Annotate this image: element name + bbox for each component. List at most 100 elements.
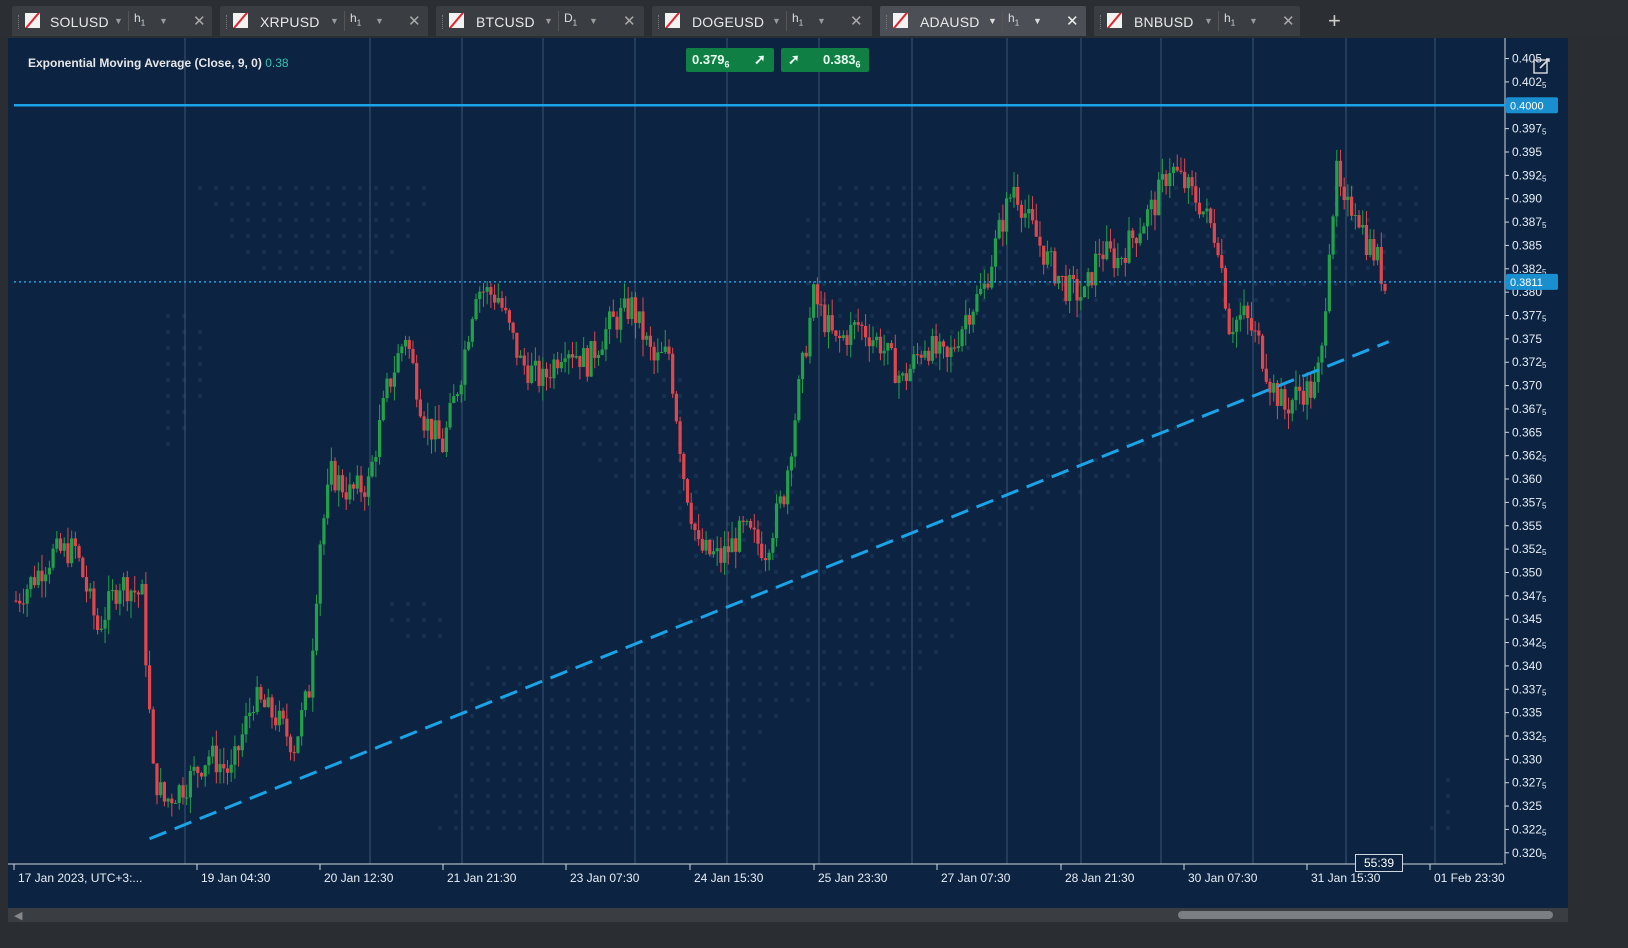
map-dot	[357, 217, 363, 223]
map-dot	[757, 457, 763, 463]
candle-body	[162, 782, 167, 802]
timeframe-label[interactable]: D1	[564, 11, 577, 27]
map-dot	[1157, 249, 1163, 255]
map-dot	[1029, 329, 1035, 335]
map-dot	[1365, 201, 1371, 207]
map-dot	[1013, 457, 1019, 463]
tab-close-icon[interactable]: ✕	[1066, 12, 1079, 30]
timeframe-dropdown-icon[interactable]: ▼	[817, 16, 826, 26]
time-tick-label: 23 Jan 07:30	[570, 871, 640, 885]
tab-bnbusd[interactable]: BNBUSD ▼ h1 ▼ ✕	[1094, 6, 1300, 36]
symbol-dropdown-icon[interactable]: ▼	[1204, 16, 1213, 26]
candle-body	[403, 339, 408, 347]
timeframe-dropdown-icon[interactable]: ▼	[159, 16, 168, 26]
map-dot	[997, 345, 1003, 351]
map-dot	[629, 761, 635, 767]
map-dot	[1125, 329, 1131, 335]
chart-panel[interactable]: 0.3205 0.3225 0.325 0.3275 0.330 0.3325 0.335 0…	[8, 38, 1568, 908]
tab-drag-handle[interactable]	[18, 15, 22, 29]
map-dot	[917, 233, 923, 239]
symbol-dropdown-icon[interactable]: ▼	[988, 16, 997, 26]
indicator-legend[interactable]: Exponential Moving Average (Close, 9, 0)…	[28, 56, 289, 70]
timeframe-label[interactable]: h1	[350, 11, 361, 27]
tab-solusd[interactable]: SOLUSD ▼ h1 ▼ ✕	[12, 6, 212, 36]
add-tab-button[interactable]: +	[1328, 6, 1341, 36]
map-dot	[245, 233, 251, 239]
map-dot	[949, 377, 955, 383]
map-dot	[981, 377, 987, 383]
tab-close-icon[interactable]: ✕	[850, 12, 863, 30]
map-dot	[1189, 393, 1195, 399]
edit-icon[interactable]	[1532, 56, 1552, 76]
tab-drag-handle[interactable]	[1100, 15, 1104, 29]
candle-body	[904, 373, 909, 381]
map-dot	[901, 233, 907, 239]
candle-body	[251, 712, 256, 714]
map-dot	[645, 793, 651, 799]
map-dot	[341, 201, 347, 207]
map-dot	[869, 681, 875, 687]
map-dot	[1221, 313, 1227, 319]
map-dot	[677, 393, 683, 399]
map-dot	[677, 809, 683, 815]
map-dot	[1317, 233, 1323, 239]
candle-body	[608, 311, 612, 330]
candle-body	[1145, 209, 1150, 227]
timeframe-label[interactable]: h1	[1008, 11, 1019, 27]
map-dot	[405, 617, 411, 623]
tab-close-icon[interactable]: ✕	[1282, 12, 1295, 30]
tab-drag-handle[interactable]	[886, 15, 890, 29]
buy-button[interactable]: ➚ 0.3836	[781, 48, 869, 72]
sell-button[interactable]: 0.3796 ➚	[686, 48, 774, 72]
map-dot	[1173, 297, 1179, 303]
map-dot	[933, 249, 939, 255]
map-dot	[677, 745, 683, 751]
timeframe-dropdown-icon[interactable]: ▼	[1033, 16, 1042, 26]
map-dot	[709, 793, 715, 799]
symbol-dropdown-icon[interactable]: ▼	[330, 16, 339, 26]
tab-close-icon[interactable]: ✕	[408, 12, 421, 30]
timeframe-dropdown-icon[interactable]: ▼	[375, 16, 384, 26]
horizontal-scrollbar[interactable]: ◀	[8, 908, 1568, 922]
timeframe-label[interactable]: h1	[134, 11, 145, 27]
tab-drag-handle[interactable]	[226, 15, 230, 29]
candle-body	[1116, 258, 1120, 269]
map-dot	[709, 409, 715, 415]
timeframe-label[interactable]: h1	[792, 11, 803, 27]
map-dot	[917, 473, 923, 479]
symbol-dropdown-icon[interactable]: ▼	[114, 16, 123, 26]
tab-btcusd[interactable]: BTCUSD ▼ D1 ▼ ✕	[436, 6, 644, 36]
map-dot	[565, 681, 571, 687]
tab-close-icon[interactable]: ✕	[193, 12, 206, 30]
map-dot	[933, 457, 939, 463]
map-dot	[1157, 329, 1163, 335]
map-dot	[709, 729, 715, 735]
tab-close-icon[interactable]: ✕	[623, 12, 636, 30]
symbol-dropdown-icon[interactable]: ▼	[772, 16, 781, 26]
timeframe-dropdown-icon[interactable]: ▼	[589, 16, 598, 26]
tab-adausd[interactable]: ADAUSD ▼ h1 ▼ ✕	[880, 6, 1086, 36]
tab-drag-handle[interactable]	[442, 15, 446, 29]
map-dot	[1173, 345, 1179, 351]
map-dot	[469, 793, 475, 799]
candle-body	[860, 324, 864, 326]
tab-drag-handle[interactable]	[658, 15, 662, 29]
scroll-left-icon[interactable]: ◀	[14, 909, 22, 922]
candle-body	[1064, 276, 1068, 302]
map-dot	[1285, 201, 1291, 207]
map-dot	[1205, 185, 1211, 191]
timeframe-dropdown-icon[interactable]: ▼	[1249, 16, 1258, 26]
map-dot	[885, 601, 891, 607]
map-dot	[261, 201, 267, 207]
tab-xrpusd[interactable]: XRPUSD ▼ h1 ▼ ✕	[220, 6, 428, 36]
scrollbar-thumb[interactable]	[1178, 911, 1553, 919]
candle-body	[1142, 226, 1146, 234]
map-dot	[805, 553, 811, 559]
tab-dogeusd[interactable]: DOGEUSD ▼ h1 ▼ ✕	[652, 6, 872, 36]
map-dot	[805, 233, 811, 239]
price-chart[interactable]: 0.3205 0.3225 0.325 0.3275 0.330 0.3325 0.335 0…	[8, 38, 1568, 908]
timeframe-label[interactable]: h1	[1224, 11, 1235, 27]
right-margin	[1568, 38, 1628, 948]
symbol-dropdown-icon[interactable]: ▼	[544, 16, 553, 26]
map-dot	[1077, 425, 1083, 431]
